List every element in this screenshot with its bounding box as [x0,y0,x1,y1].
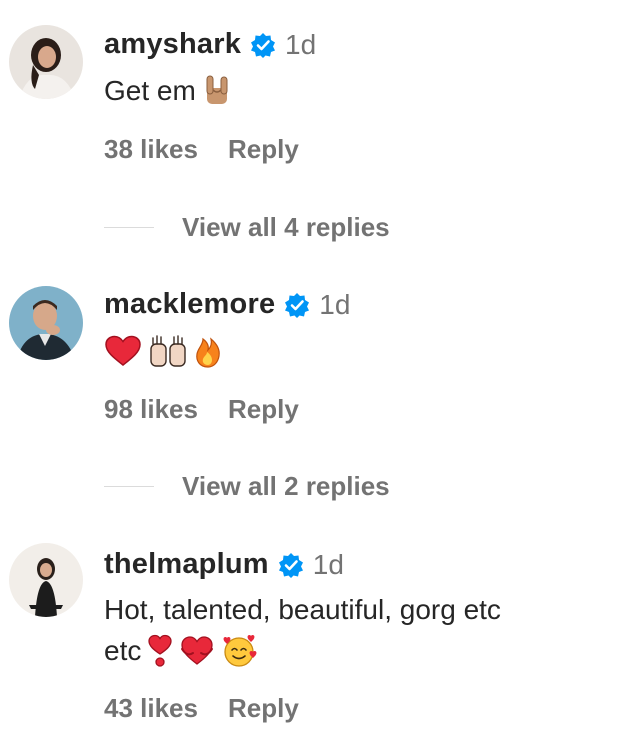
username[interactable]: thelmaplum [104,548,269,581]
comment-meta: 98 likes Reply [104,394,299,425]
username[interactable]: macklemore [104,288,275,321]
avatar[interactable] [9,286,83,360]
heart-exclamation-icon [147,634,173,668]
reply-button[interactable]: Reply [228,134,299,165]
view-replies[interactable]: View all 4 replies [104,212,390,243]
verified-badge-icon [284,292,310,318]
comment-header: thelmaplum 1d [104,548,344,581]
sign-of-horns-icon [202,74,232,108]
username[interactable]: amyshark [104,28,241,61]
comment-text: Get em [104,74,232,108]
likes-count[interactable]: 43 likes [104,693,198,724]
view-replies-label[interactable]: View all 4 replies [182,212,390,243]
heart-with-arms-icon [179,635,215,667]
red-heart-icon [104,335,142,372]
likes-count[interactable]: 38 likes [104,134,198,165]
timestamp: 1d [319,288,351,320]
reply-button[interactable]: Reply [228,693,299,724]
timestamp: 1d [312,548,344,580]
view-replies[interactable]: View all 2 replies [104,471,390,502]
likes-count[interactable]: 98 likes [104,394,198,425]
comment-header: amyshark 1d [104,28,316,61]
view-replies-label[interactable]: View all 2 replies [182,471,390,502]
comment-text-line2: etc [104,634,257,668]
comment-body: Get em [104,75,196,106]
avatar[interactable] [9,543,83,617]
timestamp: 1d [285,28,317,60]
verified-badge-icon [250,32,276,58]
comment-header: macklemore 1d [104,288,350,321]
raising-hands-icon [148,334,188,373]
comment-meta: 38 likes Reply [104,134,299,165]
verified-badge-icon [278,552,304,578]
comment-meta: 43 likes Reply [104,693,299,724]
comment-body-line2: etc [104,635,142,666]
divider-line [104,227,154,228]
divider-line [104,486,154,487]
reply-button[interactable]: Reply [228,394,299,425]
smiling-face-with-hearts-icon [221,634,257,668]
avatar[interactable] [9,25,83,99]
fire-icon [194,334,222,373]
comment-body-line1: Hot, talented, beautiful, gorg etc [104,594,501,625]
comment-emojis [104,334,222,373]
comment-text: Hot, talented, beautiful, gorg etc [104,594,501,626]
